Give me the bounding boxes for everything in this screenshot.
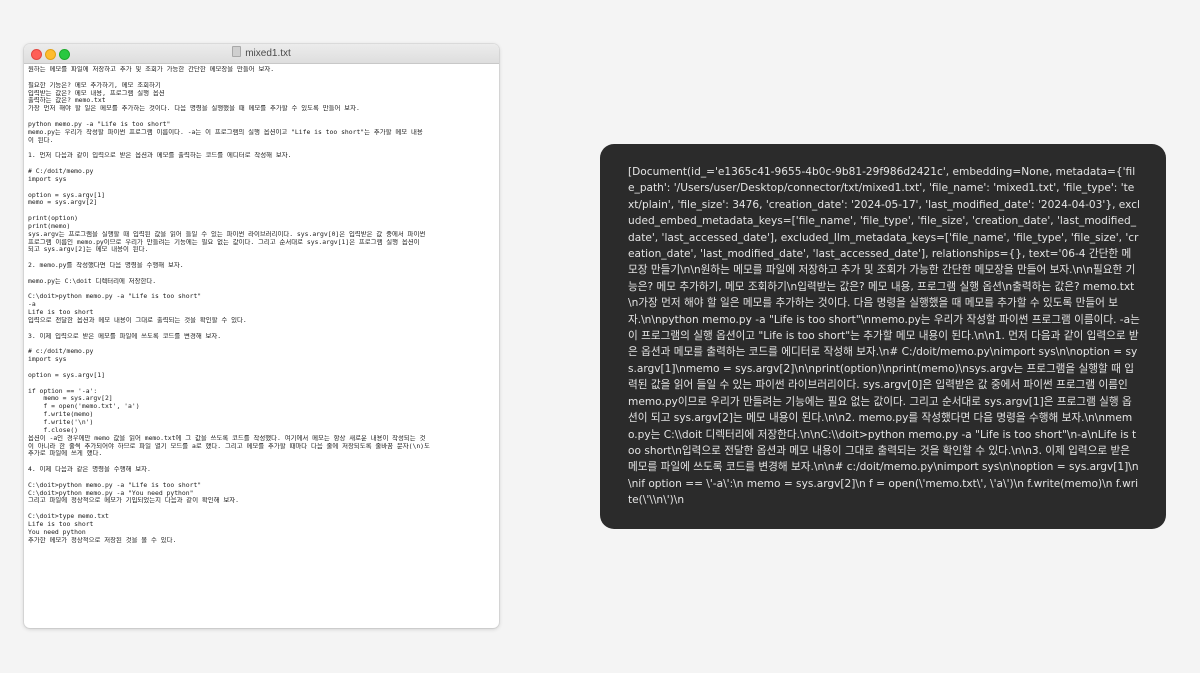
text-line: Life is too short (28, 520, 94, 528)
text-line (28, 325, 495, 333)
text-line: 되고 sys.argv[2]는 메모 내용이 된다. (28, 246, 149, 254)
text-line: 추가한 메모가 정상적으로 저장된 것을 볼 수 있다. (28, 536, 177, 544)
text-line: memo = sys.argv[2] (28, 395, 113, 403)
text-line: 이 된다. (28, 136, 54, 144)
document-icon (232, 46, 242, 57)
text-line: 출력하는 값은? memo.txt (28, 97, 106, 105)
text-line (28, 364, 495, 372)
text-line: memo.py는 C:\doit 디렉터리에 저장한다. (28, 277, 157, 285)
text-line: option = sys.argv[1] (28, 191, 105, 199)
text-line: 프로그램 이름인 memo.py이므로 우리가 만들려는 기능에는 필요 없는 … (28, 238, 420, 246)
text-line: sys.argv는 프로그램을 실행할 때 입력된 값을 읽어 들일 수 있는 … (28, 230, 426, 238)
text-line: option = sys.argv[1] (28, 371, 105, 379)
text-line: C:\doit>type memo.txt (28, 513, 109, 521)
text-line (28, 458, 495, 466)
text-line (28, 207, 495, 215)
window-titlebar[interactable]: mixed1.txt (24, 44, 499, 64)
text-line: # c:/doit/memo.py (28, 348, 94, 356)
text-line: # C:/doit/memo.py (28, 167, 94, 175)
window-title-area: mixed1.txt (24, 46, 499, 59)
text-line (28, 160, 495, 168)
text-line: 필요한 기능은? 메모 추가하기, 메모 조회하기 (28, 81, 161, 89)
text-line: C:\doit>python memo.py -a "Life is too s… (28, 293, 202, 301)
text-line: 4. 이제 다음과 같은 명령을 수행해 보자. (28, 466, 151, 474)
document-output-text: [Document(id_='e1365c41-9655-4b0c-9b81-2… (628, 166, 1140, 507)
text-line: You need python (28, 528, 86, 536)
text-line: C:\doit>python memo.py -a "Life is too s… (28, 481, 202, 489)
text-line: memo.py는 우리가 작성할 파이썬 프로그램 이름이다. -a는 이 프로… (28, 128, 423, 136)
text-line (28, 505, 495, 513)
text-line: Life is too short (28, 309, 94, 317)
text-line: 옵션이 -a인 경우에만 memo 값을 읽어 memo.txt에 그 값을 쓰… (28, 434, 426, 442)
text-line: 추가로 파일에 쓰게 했다. (28, 450, 103, 458)
text-line: 2. memo.py를 작성했다면 다음 명령을 수행해 보자. (28, 262, 184, 270)
text-line (28, 380, 495, 388)
text-line: 3. 이제 입력으로 받은 메모를 파일에 쓰도록 코드를 변경해 보자. (28, 332, 222, 340)
text-line: print(option) (28, 215, 79, 223)
text-line: f.write('\n') (28, 418, 94, 426)
text-line: print(memo) (28, 222, 71, 230)
text-line: 입력으로 전달한 옵션과 메모 내용이 그대로 출력되는 것을 확인할 수 있다… (28, 317, 247, 324)
text-line: import sys (28, 175, 67, 183)
text-line: python memo.py -a "Life is too short" (28, 120, 171, 128)
text-line (28, 74, 495, 82)
window-title: mixed1.txt (245, 48, 291, 59)
text-line: f = open('memo.txt', 'a') (28, 403, 140, 411)
text-line (28, 184, 495, 192)
text-line: if option == '-a': (28, 387, 98, 395)
text-line: -a (28, 301, 36, 309)
text-line: f.write(memo) (28, 411, 94, 419)
text-line: 그리고 파일에 정상적으로 메모가 기입되었는지 다음과 같이 확인해 보자. (28, 497, 240, 505)
text-line: 가장 먼저 해야 할 일은 메모를 추가하는 것이다. 다음 명령을 실행했을 … (28, 105, 360, 113)
text-line (28, 341, 495, 349)
text-line: 원하는 메모를 파일에 저장하고 추가 및 조회가 가능한 간단한 메모장을 만… (28, 66, 275, 73)
text-line (28, 474, 495, 482)
text-content-area[interactable]: 원하는 메모를 파일에 저장하고 추가 및 조회가 가능한 간단한 메모장을 만… (28, 66, 495, 626)
output-panel: [Document(id_='e1365c41-9655-4b0c-9b81-2… (600, 144, 1166, 529)
text-line: f.close() (28, 426, 79, 434)
text-line: 입력받는 값은? 메모 내용, 프로그램 실행 옵션 (28, 89, 165, 97)
text-line (28, 286, 495, 294)
text-line (28, 113, 495, 121)
text-line (28, 270, 495, 278)
text-line: memo = sys.argv[2] (28, 199, 98, 207)
text-line: import sys (28, 356, 67, 364)
text-line: 이 아니라 한 줄씩 추가되어야 하므로 파일 열기 모드를 a로 했다. 그리… (28, 442, 430, 450)
text-line (28, 144, 495, 152)
text-editor-window: mixed1.txt 원하는 메모를 파일에 저장하고 추가 및 조회가 가능한… (24, 44, 499, 628)
text-line (28, 254, 495, 262)
text-line: 1. 먼저 다음과 같이 입력으로 받은 옵션과 메모를 출력하는 코드를 에디… (28, 152, 292, 160)
text-line: C:\doit>python memo.py -a "You need pyth… (28, 489, 194, 497)
